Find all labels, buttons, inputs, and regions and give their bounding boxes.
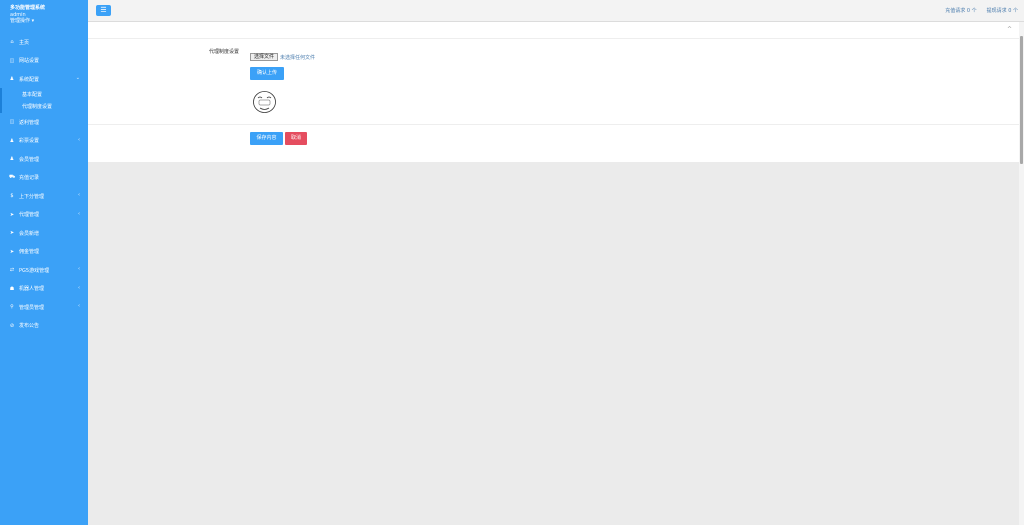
sidebar-item-agents[interactable]: ➤ 代理管理 ‹ [0, 206, 88, 225]
chevron-left-icon: ‹ [78, 266, 80, 272]
panel-header: ^ [88, 22, 1022, 39]
chevron-left-icon: ‹ [78, 284, 80, 291]
dollar-icon: $ [10, 193, 14, 200]
user-icon: ♟ [9, 137, 15, 144]
sidebar-item-label: 代理管理 [19, 212, 40, 219]
window-icon: ◫ [9, 57, 15, 64]
user-icon: ♟ [9, 156, 15, 163]
save-button[interactable]: 保存内容 [250, 132, 283, 145]
sidebar-item-system-config[interactable]: ♟ 系统配置 ⌄ [0, 70, 88, 88]
recharge-requests-link[interactable]: 充值请求 0 个 [945, 7, 976, 14]
vertical-scrollbar[interactable] [1019, 22, 1024, 525]
sidebar-nav: ⌂ 主页 ◫ 网站设置 ♟ 系统配置 ⌄ 基本配置 代理制度设置 ◫ 返利管理 … [0, 33, 88, 335]
user-name: admin [10, 12, 26, 18]
cancel-button[interactable]: 取消 [285, 132, 307, 145]
settings-panel: ^ 代理制度设置 选择文件 未选择任何文件 确认上传 保存内容 取消 [88, 22, 1022, 162]
sidebar-item-home[interactable]: ⌂ 主页 [0, 33, 88, 52]
sidebar-item-announcements[interactable]: ⊘ 发布公告 [0, 317, 88, 336]
sidebar-item-rebate[interactable]: ◫ 返利管理 [0, 113, 88, 132]
sidebar-item-commission[interactable]: ➤ 佣金管理 [0, 243, 88, 262]
sidebar-item-label: 上下分管理 [19, 193, 45, 200]
withdraw-requests-link[interactable]: 提现请求 0 个 [987, 7, 1018, 14]
admin-operation-dropdown[interactable]: 管理操作 ▾ [10, 18, 88, 24]
home-icon: ⌂ [10, 39, 14, 46]
sidebar-item-add-member[interactable]: ➤ 会员新增 [0, 224, 88, 243]
chevron-left-icon: ‹ [78, 303, 80, 309]
sidebar-item-pg-games[interactable]: ⇄ PG5游戏管理 ‹ [0, 261, 88, 280]
chevron-down-icon: ⌄ [75, 75, 80, 81]
file-status-text: 未选择任何文件 [280, 54, 316, 61]
sidebar-item-label: 会员新增 [19, 230, 40, 237]
sidebar-submenu: 基本配置 代理制度设置 [0, 88, 88, 113]
sidebar-item-label: 充值记录 [19, 175, 40, 182]
sidebar-item-members[interactable]: ♟ 会员管理 [0, 150, 88, 169]
sidebar-item-site-settings[interactable]: ◫ 网站设置 [0, 52, 88, 71]
chevron-left-icon: ‹ [78, 136, 80, 143]
user-icon: ♟ [9, 76, 15, 82]
send-icon: ➤ [9, 248, 15, 255]
sidebar-item-label: 返利管理 [19, 119, 40, 126]
window-icon: ◫ [9, 119, 15, 126]
collapse-icon[interactable]: ^ [1007, 26, 1012, 33]
sidebar-item-admins[interactable]: ⚲ 管理员管理 ‹ [0, 298, 88, 317]
meme-face-image [253, 91, 276, 113]
sidebar: 多功能管理系统 admin 管理操作 ▾ ⌂ 主页 ◫ 网站设置 ♟ 系统配置 … [0, 0, 88, 525]
sidebar-item-label: 网站设置 [19, 58, 40, 65]
sidebar-subitem-agent-policy[interactable]: 代理制度设置 [2, 101, 88, 114]
form-divider [88, 124, 1022, 125]
sidebar-item-label: 彩票设置 [19, 138, 40, 145]
file-input: 选择文件 未选择任何文件 [250, 53, 315, 61]
send-icon: ➤ [9, 230, 15, 237]
sidebar-item-label: 主页 [19, 39, 30, 46]
link-icon: ⊘ [9, 322, 15, 329]
sidebar-item-label: 会员管理 [19, 156, 40, 163]
exchange-icon: ⇄ [9, 267, 15, 274]
sidebar-item-label: 管理员管理 [19, 304, 45, 311]
pin-icon: ⚲ [10, 304, 14, 311]
sidebar-item-credits[interactable]: $ 上下分管理 ‹ [0, 187, 88, 206]
car-icon: ⛟ [9, 174, 16, 181]
sidebar-item-recharge[interactable]: ⛟ 充值记录 [0, 169, 88, 188]
hamburger-icon: ☰ [100, 6, 107, 14]
brand: 多功能管理系统 admin 管理操作 ▾ [0, 0, 88, 24]
sidebar-item-lottery[interactable]: ♟ 彩票设置 ‹ [0, 132, 88, 151]
sidebar-item-robots[interactable]: ☗ 机器人管理 ‹ [0, 280, 88, 299]
sidebar-subitem-basic-config[interactable]: 基本配置 [2, 88, 88, 101]
top-bar: ☰ 充值请求 0 个 提现请求 0 个 [88, 0, 1024, 22]
choose-file-button[interactable]: 选择文件 [250, 53, 279, 61]
upload-button[interactable]: 确认上传 [250, 67, 284, 80]
main-content: ^ 代理制度设置 选择文件 未选择任何文件 确认上传 保存内容 取消 [88, 22, 1024, 525]
request-counters: 充值请求 0 个 提现请求 0 个 [945, 7, 1018, 14]
robot-icon: ☗ [9, 285, 15, 292]
chevron-left-icon: ‹ [78, 210, 80, 217]
scrollbar-thumb[interactable] [1020, 36, 1023, 164]
send-icon: ➤ [9, 211, 15, 218]
sidebar-item-label: PG5游戏管理 [19, 267, 50, 274]
app-title: 多功能管理系统 [10, 5, 46, 11]
uploaded-image-preview [251, 89, 278, 114]
sidebar-item-label: 佣金管理 [19, 249, 40, 256]
sidebar-item-label: 发布公告 [19, 323, 40, 330]
menu-toggle-button[interactable]: ☰ [96, 5, 111, 16]
sidebar-item-label: 系统配置 [19, 76, 40, 83]
chevron-left-icon: ‹ [78, 192, 80, 198]
sidebar-item-label: 机器人管理 [19, 286, 45, 293]
form-label-agent-policy: 代理制度设置 [208, 49, 239, 55]
